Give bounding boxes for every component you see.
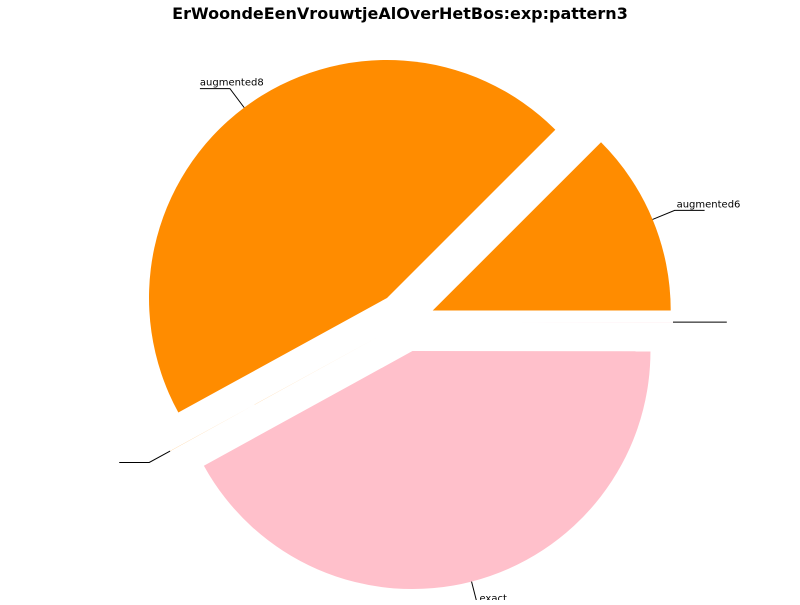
slice-label-augmented8: augmented8 xyxy=(200,78,264,89)
leader-line-augmented6 xyxy=(653,210,705,219)
slices-layer xyxy=(149,60,673,589)
pie-chart: ErWoondeEenVrouwtjeAlOverHetBos:exp:patt… xyxy=(0,0,800,600)
pie-chart-svg: ErWoondeEenVrouwtjeAlOverHetBos:exp:patt… xyxy=(0,0,800,600)
leader-line-2 xyxy=(119,451,170,462)
slice-label-exact: exact xyxy=(479,594,507,600)
pie-slice-exact xyxy=(204,351,651,589)
chart-title: ErWoondeEenVrouwtjeAlOverHetBos:exp:patt… xyxy=(172,4,628,23)
leader-line-augmented8 xyxy=(200,89,244,108)
slice-label-augmented6: augmented6 xyxy=(677,199,741,210)
